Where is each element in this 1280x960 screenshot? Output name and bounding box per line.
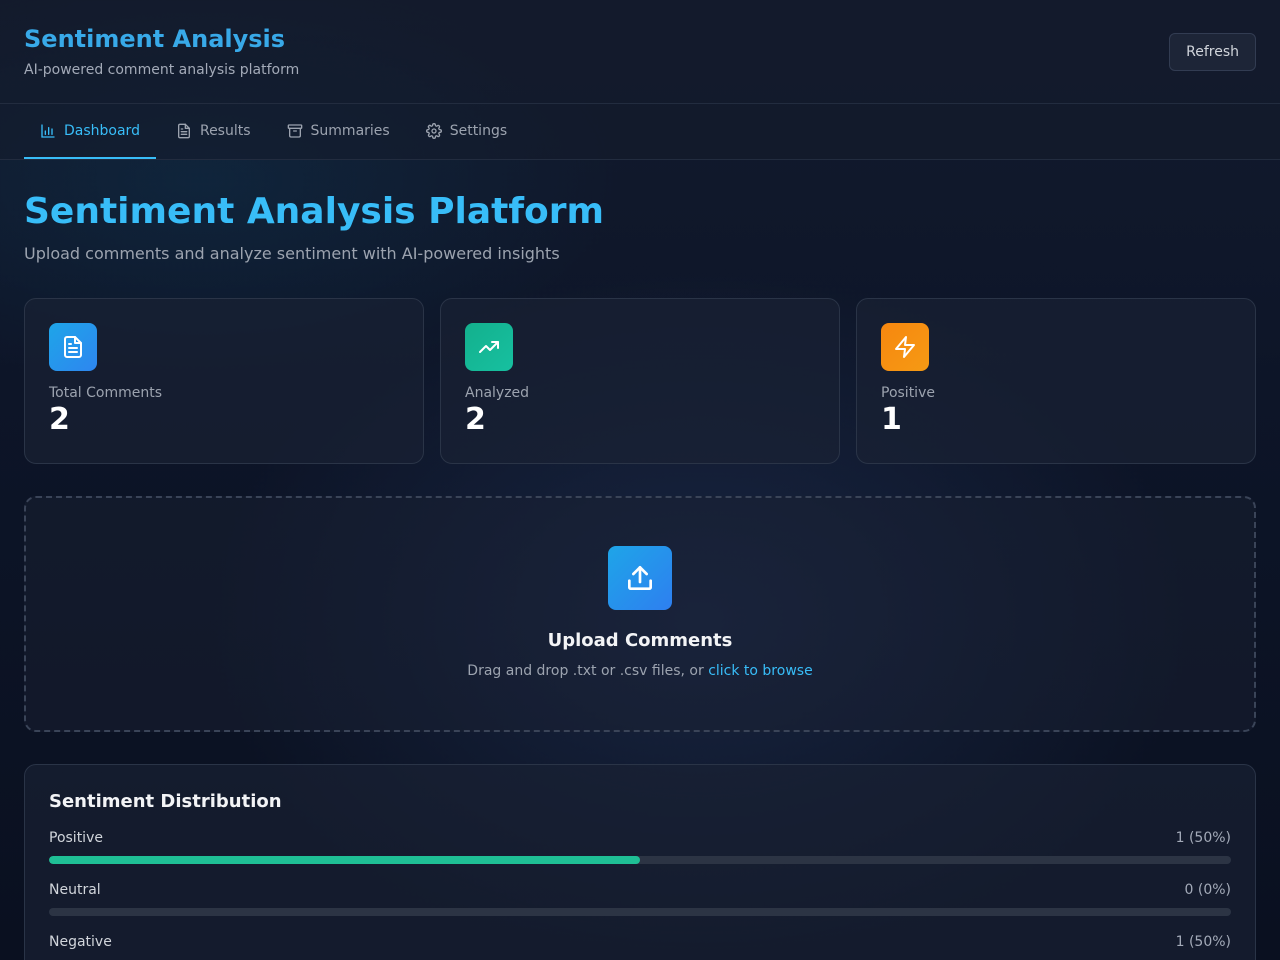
distribution-row-head: Negative 1 (50%) [49, 934, 1231, 950]
distribution-count: 0 (0%) [1184, 882, 1232, 898]
stat-value: 1 [881, 402, 902, 437]
distribution-title: Sentiment Distribution [49, 791, 282, 812]
stat-label: Positive [881, 385, 935, 401]
stat-card-analyzed: Analyzed 2 [440, 298, 840, 464]
page-title: Sentiment Analysis Platform [24, 191, 605, 232]
tab-results[interactable]: Results [160, 104, 267, 159]
stat-icon-container [49, 323, 97, 371]
distribution-row-head: Positive 1 (50%) [49, 830, 1231, 846]
browse-link[interactable]: click to browse [708, 663, 813, 679]
upload-icon [628, 566, 652, 590]
app-title: Sentiment Analysis [24, 25, 286, 53]
distribution-label: Neutral [49, 882, 101, 898]
distribution-row-positive: Positive 1 (50%) [49, 830, 1231, 864]
page-subtitle: Upload comments and analyze sentiment wi… [24, 244, 560, 263]
refresh-button[interactable]: Refresh [1169, 33, 1256, 71]
distribution-count: 1 (50%) [1175, 830, 1231, 846]
main-content: Sentiment Analysis Platform Upload comme… [0, 192, 1280, 960]
distribution-row-neutral: Neutral 0 (0%) [49, 882, 1231, 916]
stat-value: 2 [49, 402, 70, 437]
header-brand: Sentiment Analysis AI-powered comment an… [24, 24, 299, 78]
trending-up-icon [479, 341, 499, 353]
tab-bar: Dashboard Results Summaries Settings [0, 104, 1280, 160]
gear-icon [425, 122, 442, 139]
tab-label: Dashboard [64, 122, 140, 139]
progress-track [49, 908, 1231, 916]
upload-dropzone[interactable]: Upload Comments Drag and drop .txt or .c… [24, 496, 1256, 732]
zap-icon [895, 336, 915, 358]
tab-settings[interactable]: Settings [410, 104, 523, 159]
stat-value: 2 [465, 402, 486, 437]
tab-label: Settings [449, 122, 508, 139]
app-header: Sentiment Analysis AI-powered comment an… [0, 0, 1280, 104]
tab-label: Summaries [310, 122, 390, 139]
distribution-count: 1 (50%) [1175, 934, 1231, 950]
tab-dashboard[interactable]: Dashboard [24, 104, 156, 159]
stat-icon-container [465, 323, 513, 371]
distribution-label: Positive [49, 830, 103, 846]
app-subtitle: AI-powered comment analysis platform [24, 62, 300, 78]
document-icon [64, 336, 82, 358]
stats-row: Total Comments 2 Analyzed 2 Positive 1 [24, 298, 1256, 464]
upload-title: Upload Comments [547, 630, 733, 651]
upload-text: Drag and drop .txt or .csv files, or [467, 663, 709, 679]
stat-label: Analyzed [465, 385, 530, 401]
tab-label: Results [199, 122, 251, 139]
upload-instructions: Drag and drop .txt or .csv files, or cli… [467, 663, 812, 679]
distribution-label: Negative [49, 934, 112, 950]
stat-card-positive: Positive 1 [856, 298, 1256, 464]
progress-track [49, 856, 1231, 864]
stat-icon-container [881, 323, 929, 371]
stat-label: Total Comments [49, 385, 163, 401]
bar-chart-icon [41, 123, 55, 138]
document-icon [177, 123, 190, 138]
distribution-row-negative: Negative 1 (50%) [49, 934, 1231, 960]
stat-card-total-comments: Total Comments 2 [24, 298, 424, 464]
tab-summaries[interactable]: Summaries [271, 104, 406, 159]
archive-icon [287, 123, 302, 138]
distribution-row-head: Neutral 0 (0%) [49, 882, 1231, 898]
upload-icon-container [608, 546, 672, 610]
progress-fill [49, 856, 640, 864]
sentiment-distribution-card: Sentiment Distribution Positive 1 (50%) … [24, 764, 1256, 960]
